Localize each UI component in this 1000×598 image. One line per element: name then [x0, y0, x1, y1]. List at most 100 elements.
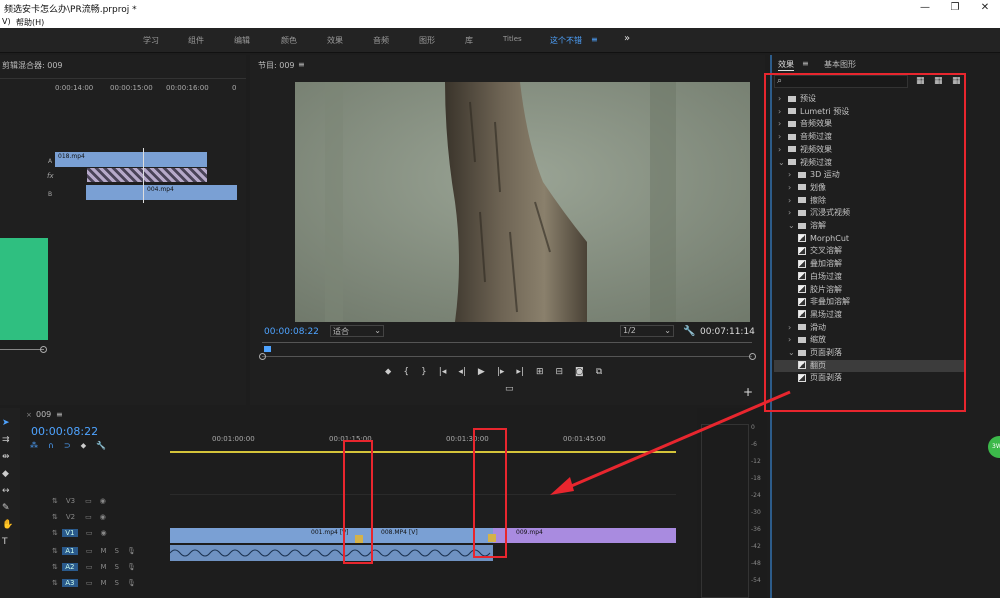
close-sequence-icon[interactable]: × — [26, 411, 32, 419]
minimize-icon[interactable]: — — [910, 0, 940, 16]
annotation-box-effects — [764, 73, 966, 412]
pen-tool-icon[interactable]: ✎ — [2, 503, 13, 513]
sequence-preview — [0, 238, 48, 340]
menu-bar: V) 帮助(H) — [0, 16, 1000, 28]
meter-label: -36 — [751, 526, 761, 533]
razor-tool-icon[interactable]: ◆ — [2, 469, 13, 479]
workspace-bar: 学习 组件 编辑 颜色 效果 音频 图形 库 Titles 这个不错 ≡ » — [0, 28, 1000, 53]
workspace-tab-assembly[interactable]: 组件 — [188, 35, 204, 46]
timeline-menu-icon[interactable]: ≡ — [56, 410, 63, 419]
track-label-fx: fx — [47, 172, 54, 180]
title-bar: 频选安卡怎么办\PR流畅.prproj * — ❐ ✕ — [0, 0, 1000, 16]
ripple-edit-icon[interactable]: ⇹ — [2, 452, 13, 462]
annotation-box-left — [343, 440, 373, 564]
track-header-a1[interactable]: ⇅ A1 ▭ M S 🎙 — [22, 547, 170, 563]
menu-item-view[interactable]: V) — [2, 17, 11, 26]
ruler-time-3: 00:00:16:00 — [166, 84, 209, 92]
track-select-icon[interactable]: ⇉ — [2, 435, 13, 445]
workspace-more-icon[interactable]: » — [624, 33, 630, 44]
window-controls: — ❐ ✕ — [910, 0, 1000, 16]
track-header-a3[interactable]: ⇅ A3 ▭ M S 🎙 — [22, 579, 170, 595]
ruler-time-1: 0:00:14:00 — [55, 84, 94, 92]
nest-icon[interactable]: ⁂ — [30, 441, 38, 451]
close-icon[interactable]: ✕ — [970, 0, 1000, 16]
step-back-icon[interactable]: ◂| — [458, 367, 466, 377]
play-icon[interactable]: ▶ — [478, 367, 485, 377]
audio-clip-a1[interactable] — [170, 545, 493, 561]
track-header-a2[interactable]: ⇅ A2 ▭ M S 🎙 — [22, 563, 170, 579]
add-marker-icon[interactable]: ⬥ — [385, 367, 391, 377]
linked-selection-icon[interactable]: ⊃ — [64, 441, 71, 451]
annotation-box-right — [473, 428, 507, 558]
slip-tool-icon[interactable]: ↔ — [2, 486, 13, 496]
track-header-v1[interactable]: ⇅ V1 ▭ ◉ — [22, 529, 170, 545]
workspace-tab-effects[interactable]: 效果 — [327, 35, 343, 46]
workspace-tab-audio[interactable]: 音频 — [373, 35, 389, 46]
annotation-arrow — [550, 390, 791, 495]
meter-label: -30 — [751, 509, 761, 516]
camera-icon[interactable]: ◙ — [575, 367, 584, 377]
program-timecode[interactable]: 00:00:08:22 — [264, 327, 319, 337]
type-tool-icon[interactable]: T — [2, 537, 13, 547]
program-menu-icon[interactable]: ≡ — [298, 60, 305, 69]
snap-icon[interactable]: ∩ — [48, 441, 54, 451]
effects-menu-icon[interactable]: ≡ — [802, 59, 809, 68]
workspace-tab-titles[interactable]: Titles — [503, 35, 522, 43]
hand-tool-icon[interactable]: ✋ — [2, 520, 13, 530]
video-frame — [295, 82, 750, 322]
go-to-out-icon[interactable]: ▸| — [516, 367, 524, 377]
scroll-handle-left[interactable] — [259, 353, 266, 360]
workspace-tab-editing[interactable]: 编辑 — [234, 35, 250, 46]
workspace-tab-graphics[interactable]: 图形 — [419, 35, 435, 46]
window-title: 频选安卡怎么办\PR流畅.prproj * — [4, 5, 137, 15]
tab-essential-graphics[interactable]: 基本图形 — [824, 59, 856, 70]
ruler-1: 00:01:00:00 — [212, 435, 255, 443]
workspace-tab-learn[interactable]: 学习 — [143, 35, 159, 46]
track-header-v3[interactable]: ⇅ V3 ▭ ◉ — [22, 497, 170, 513]
selection-tool-icon[interactable]: ➤ — [2, 418, 13, 428]
timeline-timecode[interactable]: 00:00:08:22 — [31, 425, 98, 438]
maximize-icon[interactable]: ❐ — [940, 0, 970, 16]
ruler-time-2: 00:00:15:00 — [110, 84, 153, 92]
toggle-view-icon[interactable]: ▭ — [505, 384, 514, 394]
track-label-b: B — [48, 191, 53, 198]
workspace-tab-color[interactable]: 颜色 — [281, 35, 297, 46]
clip-mixer-panel: 剪辑混合器: 009 0:00:14:00 00:00:15:00 00:00:… — [0, 55, 246, 445]
program-header[interactable]: 节目: 009 — [258, 60, 295, 71]
quality-dropdown[interactable]: 1/2 ⌄ — [620, 325, 674, 337]
step-forward-icon[interactable]: |▸ — [497, 367, 505, 377]
extract-icon[interactable]: ⊟ — [556, 367, 564, 377]
transport-controls: ⬥ { } |◂ ◂| ▶ |▸ ▸| ⊞ ⊟ ◙ ⧉ — [385, 367, 602, 377]
clip-018[interactable]: 018.mp4 — [55, 152, 207, 167]
scroll-handle-right[interactable] — [749, 353, 756, 360]
clip-mixer-header[interactable]: 剪辑混合器: 009 — [2, 60, 63, 71]
timeline-settings-icon[interactable]: 🔧 — [96, 441, 106, 451]
timeline-clip-001[interactable]: 001.mp4 [V] — [170, 528, 368, 543]
tab-effects[interactable]: 效果 — [778, 59, 794, 71]
tools-panel: ➤ ⇉ ⇹ ◆ ↔ ✎ ✋ T — [0, 408, 20, 598]
track-header-v2[interactable]: ⇅ V2 ▭ ◉ — [22, 513, 170, 529]
workspace-tab-libraries[interactable]: 库 — [465, 35, 473, 46]
meter-label: -48 — [751, 560, 761, 567]
fit-dropdown[interactable]: 适合 ⌄ — [330, 325, 384, 337]
ruler-time-4: 0 — [232, 84, 237, 92]
workspace-menu-icon[interactable]: ≡ — [591, 35, 598, 44]
workspace-tab-custom[interactable]: 这个不错 — [550, 35, 582, 46]
menu-item-help[interactable]: 帮助(H) — [16, 17, 44, 28]
timeline-clip-009[interactable]: 009.mp4 — [493, 528, 676, 543]
marker-icon[interactable]: ⬥ — [81, 441, 87, 451]
meter-label: -42 — [751, 543, 761, 550]
meter-label: -54 — [751, 577, 761, 584]
wrench-icon[interactable]: 🔧 — [683, 326, 695, 337]
timeline-header[interactable]: 009 — [36, 410, 51, 419]
comparison-icon[interactable]: ⧉ — [596, 367, 602, 377]
clip-004[interactable]: 004.mp4 — [86, 185, 237, 200]
mark-in-icon[interactable]: { — [403, 367, 409, 377]
transition-block[interactable] — [87, 168, 207, 182]
mark-out-icon[interactable]: } — [421, 367, 427, 377]
playhead-marker[interactable] — [264, 346, 271, 352]
track-label-a: A — [48, 158, 53, 165]
go-to-in-icon[interactable]: |◂ — [439, 367, 447, 377]
lift-icon[interactable]: ⊞ — [536, 367, 544, 377]
program-duration: 00:07:11:14 — [700, 327, 755, 337]
